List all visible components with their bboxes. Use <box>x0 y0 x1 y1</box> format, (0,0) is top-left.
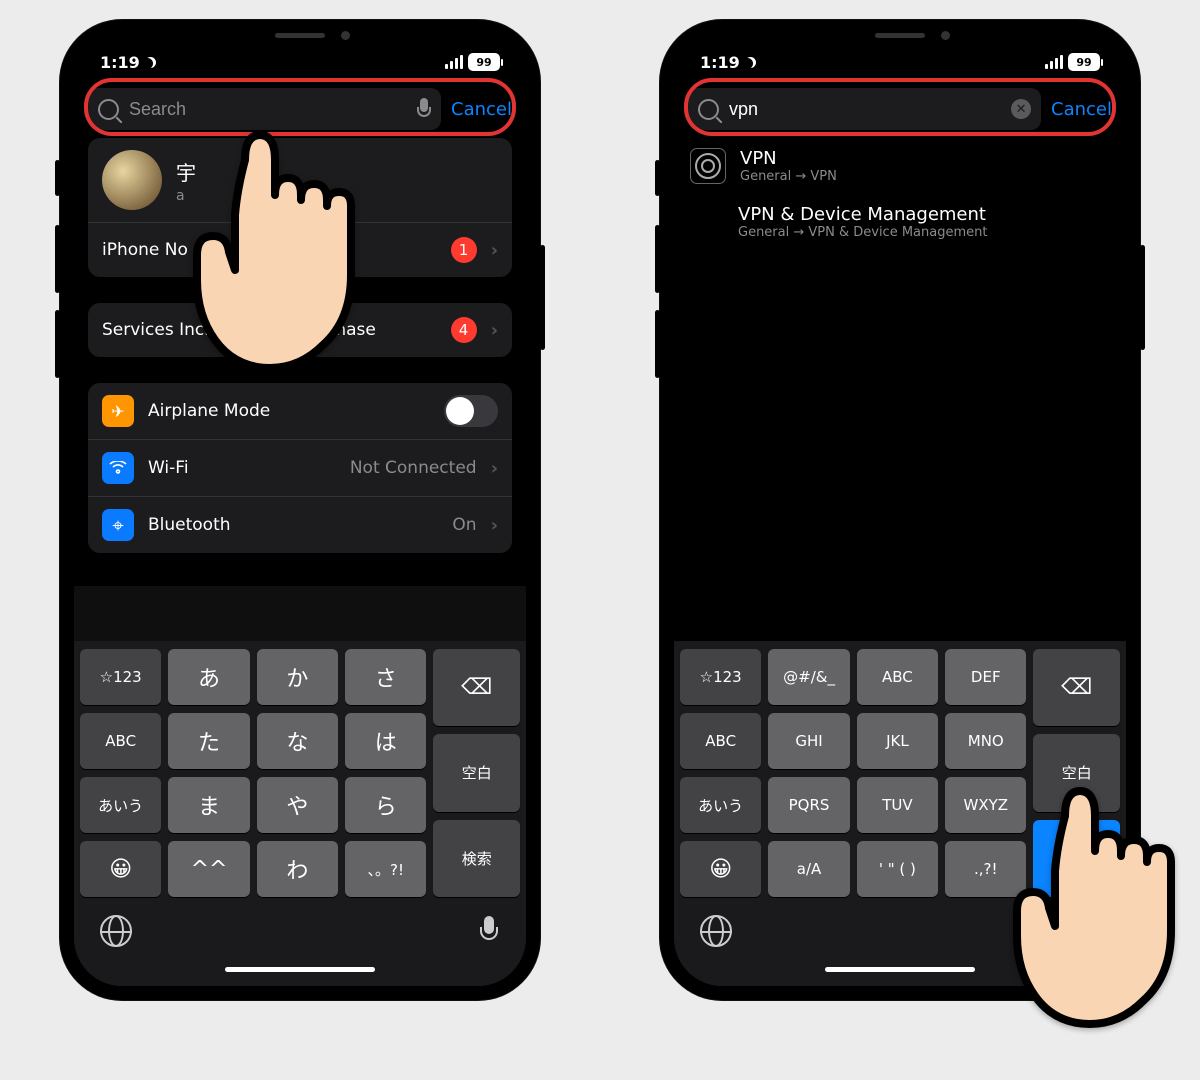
annotation-hand <box>995 776 1200 1040</box>
search-input[interactable] <box>727 98 1003 121</box>
key-emoji[interactable]: 😀 <box>680 841 761 897</box>
key-search[interactable]: 検索 <box>433 820 520 897</box>
result-vpn-device[interactable]: VPN & Device Management General → VPN & … <box>674 194 1126 250</box>
phone-left: 1:19 99 Cancel 宇 <box>60 20 540 1000</box>
key[interactable]: か <box>257 649 338 705</box>
badge: 1 <box>451 237 477 263</box>
home-indicator[interactable] <box>225 967 375 972</box>
bluetooth-row[interactable]: ⌖ Bluetooth On › <box>88 497 512 553</box>
home-indicator[interactable] <box>825 967 975 972</box>
key-delete[interactable]: ⌫ <box>1033 649 1120 726</box>
key[interactable]: は <box>345 713 426 769</box>
key-emoji[interactable]: 😀 <box>80 841 161 897</box>
airplane-toggle[interactable] <box>444 395 498 427</box>
notch <box>800 20 1000 50</box>
key-num[interactable]: ☆123 <box>680 649 761 705</box>
key[interactable]: a/A <box>768 841 849 897</box>
search-field[interactable]: ✕ <box>688 88 1041 130</box>
signal-icon <box>445 55 463 69</box>
cancel-button[interactable]: Cancel <box>451 99 512 120</box>
key[interactable]: た <box>168 713 249 769</box>
key[interactable]: 、。?! <box>345 841 426 897</box>
key-kana[interactable]: あいう <box>680 777 761 833</box>
dictate-icon[interactable] <box>478 916 500 946</box>
chevron-icon: › <box>491 240 498 261</box>
battery-icon: 99 <box>468 53 500 71</box>
battery-icon: 99 <box>1068 53 1100 71</box>
key[interactable]: MNO <box>945 713 1026 769</box>
badge: 4 <box>451 317 477 343</box>
gear-icon <box>690 148 726 184</box>
key-abc[interactable]: ABC <box>80 713 161 769</box>
status-time: 1:19 <box>100 53 140 72</box>
key-kana[interactable]: あいう <box>80 777 161 833</box>
cancel-button[interactable]: Cancel <box>1051 99 1112 120</box>
key[interactable]: PQRS <box>768 777 849 833</box>
key[interactable]: @#/&_ <box>768 649 849 705</box>
key[interactable]: DEF <box>945 649 1026 705</box>
wifi-row[interactable]: Wi-Fi Not Connected › <box>88 440 512 497</box>
chevron-icon: › <box>491 458 498 479</box>
avatar <box>102 150 162 210</box>
phone-right: 1:19 99 ✕ Cancel VPN General → VPN <box>660 20 1140 1000</box>
key-num[interactable]: ☆123 <box>80 649 161 705</box>
status-time: 1:19 <box>700 53 740 72</box>
globe-icon[interactable] <box>700 915 732 947</box>
signal-icon <box>1045 55 1063 69</box>
dnd-icon <box>145 57 156 68</box>
key[interactable]: ABC <box>857 649 938 705</box>
key[interactable]: さ <box>345 649 426 705</box>
notch <box>200 20 400 50</box>
key-abc[interactable]: ABC <box>680 713 761 769</box>
key[interactable]: や <box>257 777 338 833</box>
airplane-row[interactable]: ✈ Airplane Mode <box>88 383 512 440</box>
key[interactable]: ' " ( ) <box>857 841 938 897</box>
airplane-icon: ✈ <box>102 395 134 427</box>
wifi-icon <box>102 452 134 484</box>
key-space[interactable]: 空白 <box>433 734 520 811</box>
search-input[interactable] <box>127 98 409 121</box>
chevron-icon: › <box>491 320 498 341</box>
key[interactable]: GHI <box>768 713 849 769</box>
keyboard[interactable]: ☆123 あ か さ ABC た な は あいう ま や <box>74 641 526 986</box>
key[interactable]: ^^ <box>168 841 249 897</box>
key[interactable]: TUV <box>857 777 938 833</box>
key[interactable]: あ <box>168 649 249 705</box>
annotation-hand <box>175 120 385 384</box>
result-vpn[interactable]: VPN General → VPN <box>674 138 1126 194</box>
globe-icon[interactable] <box>100 915 132 947</box>
dnd-icon <box>745 57 756 68</box>
key[interactable]: ま <box>168 777 249 833</box>
key[interactable]: JKL <box>857 713 938 769</box>
search-icon <box>98 99 119 120</box>
bluetooth-icon: ⌖ <box>102 509 134 541</box>
chevron-icon: › <box>491 515 498 536</box>
search-icon <box>698 99 719 120</box>
key[interactable]: わ <box>257 841 338 897</box>
key[interactable]: な <box>257 713 338 769</box>
clear-icon[interactable]: ✕ <box>1011 99 1031 119</box>
dictate-icon[interactable] <box>417 98 431 120</box>
key-delete[interactable]: ⌫ <box>433 649 520 726</box>
key[interactable]: ら <box>345 777 426 833</box>
